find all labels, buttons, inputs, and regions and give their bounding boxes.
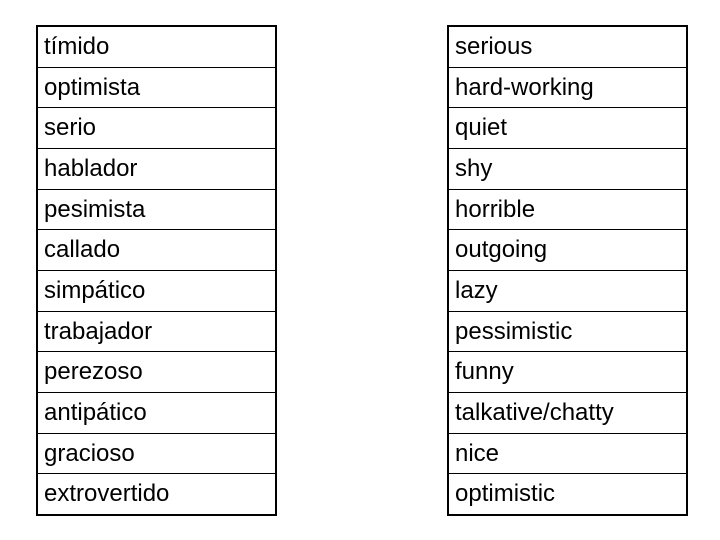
english-words-column: serious hard-working quiet shy horrible outgo…	[447, 25, 688, 516]
spanish-word-cell: callado	[38, 229, 275, 270]
english-word-cell: pessimistic	[449, 310, 686, 352]
english-word-cell: quiet	[449, 107, 686, 148]
english-word-cell: funny	[449, 351, 686, 392]
spanish-word-cell: extrovertido	[38, 473, 275, 514]
spanish-word-cell: simpático	[38, 270, 275, 311]
spanish-word-cell: antipático	[38, 392, 275, 433]
spanish-word-cell: optimista	[38, 66, 275, 108]
english-word-cell: optimistic	[449, 473, 686, 514]
english-word-cell: talkative/chatty	[449, 392, 686, 433]
english-word-cell: serious	[455, 32, 533, 60]
english-word-cell: shy	[449, 148, 686, 189]
spanish-word-cell: gracioso	[38, 432, 275, 474]
english-word-cell: hard-working	[449, 66, 686, 108]
spanish-word-cell: hablador	[38, 148, 275, 189]
spanish-word-cell: perezoso	[38, 351, 275, 392]
spanish-word-cell: serio	[38, 107, 275, 148]
spanish-words-column: tímido optimista serio hablador pesimista cal…	[36, 25, 277, 516]
english-word-cell: outgoing	[449, 229, 686, 270]
english-word-cell: nice	[449, 432, 686, 474]
english-word-cell: lazy	[449, 270, 686, 311]
english-word-cell: horrible	[449, 188, 686, 230]
spanish-word-cell: tímido	[44, 32, 110, 60]
spanish-word-cell: trabajador	[38, 310, 275, 352]
spanish-word-cell: pesimista	[38, 188, 275, 230]
